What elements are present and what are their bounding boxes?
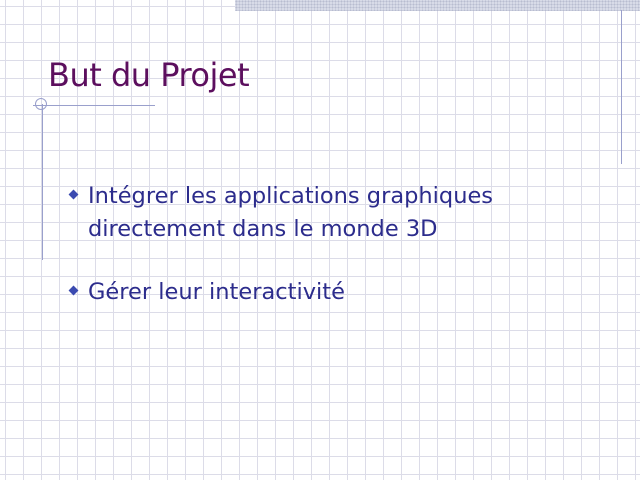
diamond-bullet-icon (68, 189, 79, 200)
bullet-text: Intégrer les applications graphiques dir… (88, 183, 494, 242)
bullet-item: Gérer leur interactivité (68, 276, 598, 309)
bullet-list: Intégrer les applications graphiques dir… (68, 180, 598, 339)
bullet-item: Intégrer les applications graphiques dir… (68, 180, 598, 246)
title-corner-circle-icon (35, 98, 47, 110)
slide-title: But du Projet (48, 56, 250, 94)
slide: But du Projet Intégrer les applications … (0, 0, 640, 480)
diamond-bullet-icon (68, 285, 79, 296)
right-vertical-rule (621, 10, 622, 164)
bullet-text: Gérer leur interactivité (88, 279, 345, 305)
left-vertical-rule (42, 104, 43, 260)
title-underline-rule (33, 105, 155, 106)
top-decorative-band (235, 0, 640, 11)
